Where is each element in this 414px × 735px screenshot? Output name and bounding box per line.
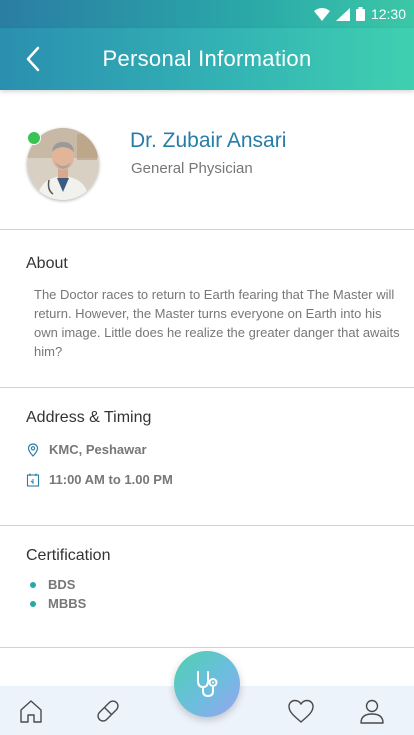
doctor-profile: Dr. Zubair Ansari General Physician xyxy=(0,90,414,229)
page-title: Personal Information xyxy=(102,46,312,71)
online-status-dot xyxy=(27,131,41,145)
address-timing-title: Address & Timing xyxy=(26,409,152,426)
about-title: About xyxy=(26,255,68,272)
stethoscope-icon xyxy=(197,671,218,698)
nav-favorites[interactable] xyxy=(281,686,321,735)
status-bar: 12:30 xyxy=(0,0,414,28)
nav-home[interactable] xyxy=(11,686,51,735)
certification-label: BDS xyxy=(48,577,76,592)
location-text: KMC, Peshawar xyxy=(49,442,147,457)
divider xyxy=(0,387,414,388)
battery-icon xyxy=(355,7,365,21)
divider xyxy=(0,229,414,230)
home-icon xyxy=(20,699,42,723)
status-time: 12:30 xyxy=(370,6,406,22)
certification-label: MBBS xyxy=(48,596,87,611)
doctor-specialty: General Physician xyxy=(131,160,253,177)
bullet-dot xyxy=(30,600,36,607)
heart-icon xyxy=(288,699,314,723)
doctor-action-button[interactable] xyxy=(174,651,240,717)
doctor-name: Dr. Zubair Ansari xyxy=(130,129,287,152)
nav-profile[interactable] xyxy=(352,686,392,735)
pill-icon xyxy=(97,699,119,722)
user-icon xyxy=(360,699,384,724)
location-row: KMC, Peshawar xyxy=(26,442,147,457)
status-icons: 12:30 xyxy=(313,0,406,28)
divider xyxy=(0,525,414,526)
location-pin-icon xyxy=(27,442,39,457)
certification-title: Certification xyxy=(26,547,111,564)
bullet-dot xyxy=(30,581,36,588)
app-header: Personal Information xyxy=(0,28,414,90)
certification-item: BDS xyxy=(30,577,75,592)
divider xyxy=(0,647,414,648)
about-text: The Doctor races to return to Earth fear… xyxy=(34,287,400,359)
certification-item: MBBS xyxy=(30,596,86,611)
calendar-icon xyxy=(26,473,40,487)
signal-icon xyxy=(335,7,350,21)
timing-row: 11:00 AM to 1.00 PM xyxy=(26,472,173,487)
timing-text: 11:00 AM to 1.00 PM xyxy=(49,472,173,487)
wifi-icon xyxy=(313,7,330,21)
nav-medicine[interactable] xyxy=(88,686,128,735)
